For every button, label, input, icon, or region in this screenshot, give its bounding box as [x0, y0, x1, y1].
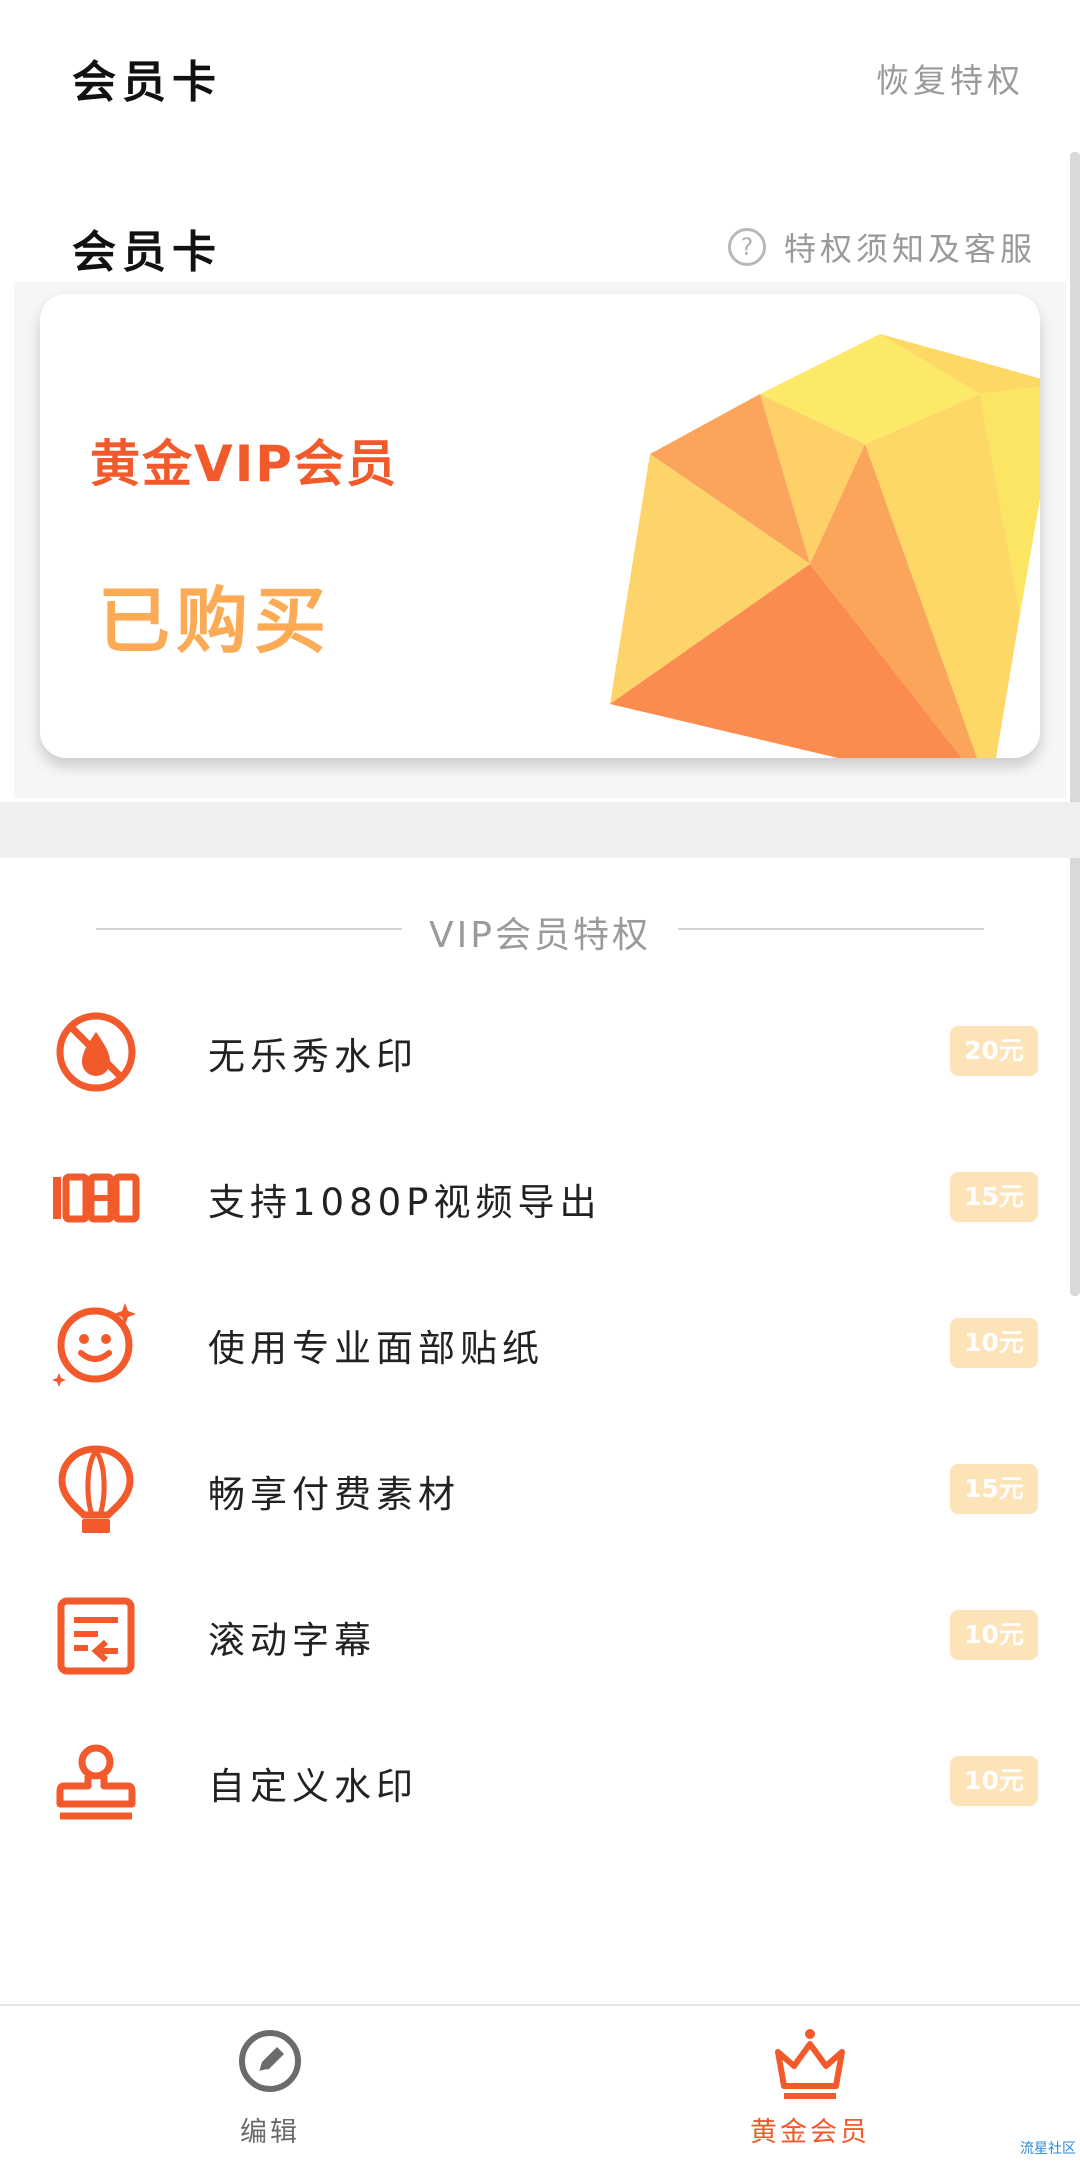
- diamond-icon: [610, 334, 1040, 758]
- nav-gold-vip[interactable]: 黄金会员: [540, 2006, 1080, 2162]
- privilege-label: 滚动字幕: [208, 1619, 376, 1662]
- privilege-row: 滚动字幕 10元: [0, 1558, 1080, 1704]
- price-badge: 10元: [950, 1610, 1038, 1660]
- top-bar: 会员卡 恢复特权: [0, 0, 1080, 150]
- price-badge: 20元: [950, 1026, 1038, 1076]
- privileges-header: VIP会员特权: [0, 900, 1080, 960]
- vip-name: 黄金VIP会员: [90, 435, 398, 493]
- privilege-label: 无乐秀水印: [208, 1035, 418, 1078]
- section-title: 会员卡: [72, 227, 222, 278]
- member-card[interactable]: 黄金VIP会员 已购买: [40, 294, 1040, 758]
- purchase-status: 已购买: [98, 579, 333, 663]
- privilege-label: 自定义水印: [208, 1765, 418, 1808]
- privilege-label: 畅享付费素材: [208, 1473, 460, 1516]
- scroll-subtitle-icon: [48, 1588, 144, 1684]
- bottom-nav: 编辑 黄金会员 流星社区: [0, 2004, 1080, 2160]
- privilege-row: 支持1080P视频导出 15元: [0, 1120, 1080, 1266]
- price-badge: 10元: [950, 1318, 1038, 1368]
- nav-gold-vip-label: 黄金会员: [750, 2117, 870, 2148]
- 1080-icon: [48, 1150, 144, 1246]
- watermark-text: 流星社区: [1020, 2141, 1076, 2157]
- help-link[interactable]: ? 特权须知及客服: [727, 224, 1036, 270]
- nav-edit-label: 编辑: [240, 2117, 300, 2148]
- page-title: 会员卡: [72, 57, 222, 108]
- privilege-label: 使用专业面部贴纸: [208, 1327, 544, 1370]
- stamp-icon: [48, 1734, 144, 1830]
- privilege-row: 使用专业面部贴纸 10元: [0, 1266, 1080, 1412]
- card-section-header: 会员卡 ? 特权须知及客服: [0, 210, 1080, 280]
- face-sticker-icon: [48, 1296, 144, 1392]
- section-divider: [0, 802, 1080, 858]
- restore-privileges-button[interactable]: 恢复特权: [876, 54, 1024, 102]
- help-label: 特权须知及客服: [783, 230, 1036, 268]
- edit-icon: [239, 2030, 301, 2092]
- nav-edit[interactable]: 编辑: [0, 2006, 540, 2162]
- privilege-row: 畅享付费素材 15元: [0, 1412, 1080, 1558]
- price-badge: 15元: [950, 1464, 1038, 1514]
- question-icon: ?: [727, 228, 766, 266]
- privilege-label: 支持1080P视频导出: [208, 1181, 602, 1224]
- no-watermark-icon: [48, 1004, 144, 1100]
- balloon-icon: [48, 1442, 144, 1538]
- privileges-title: VIP会员特权: [429, 915, 651, 956]
- privilege-row: 自定义水印 10元: [0, 1704, 1080, 1850]
- price-badge: 15元: [950, 1172, 1038, 1222]
- privilege-row: 无乐秀水印 20元: [0, 974, 1080, 1120]
- crown-icon: [775, 2029, 845, 2099]
- price-badge: 10元: [950, 1756, 1038, 1806]
